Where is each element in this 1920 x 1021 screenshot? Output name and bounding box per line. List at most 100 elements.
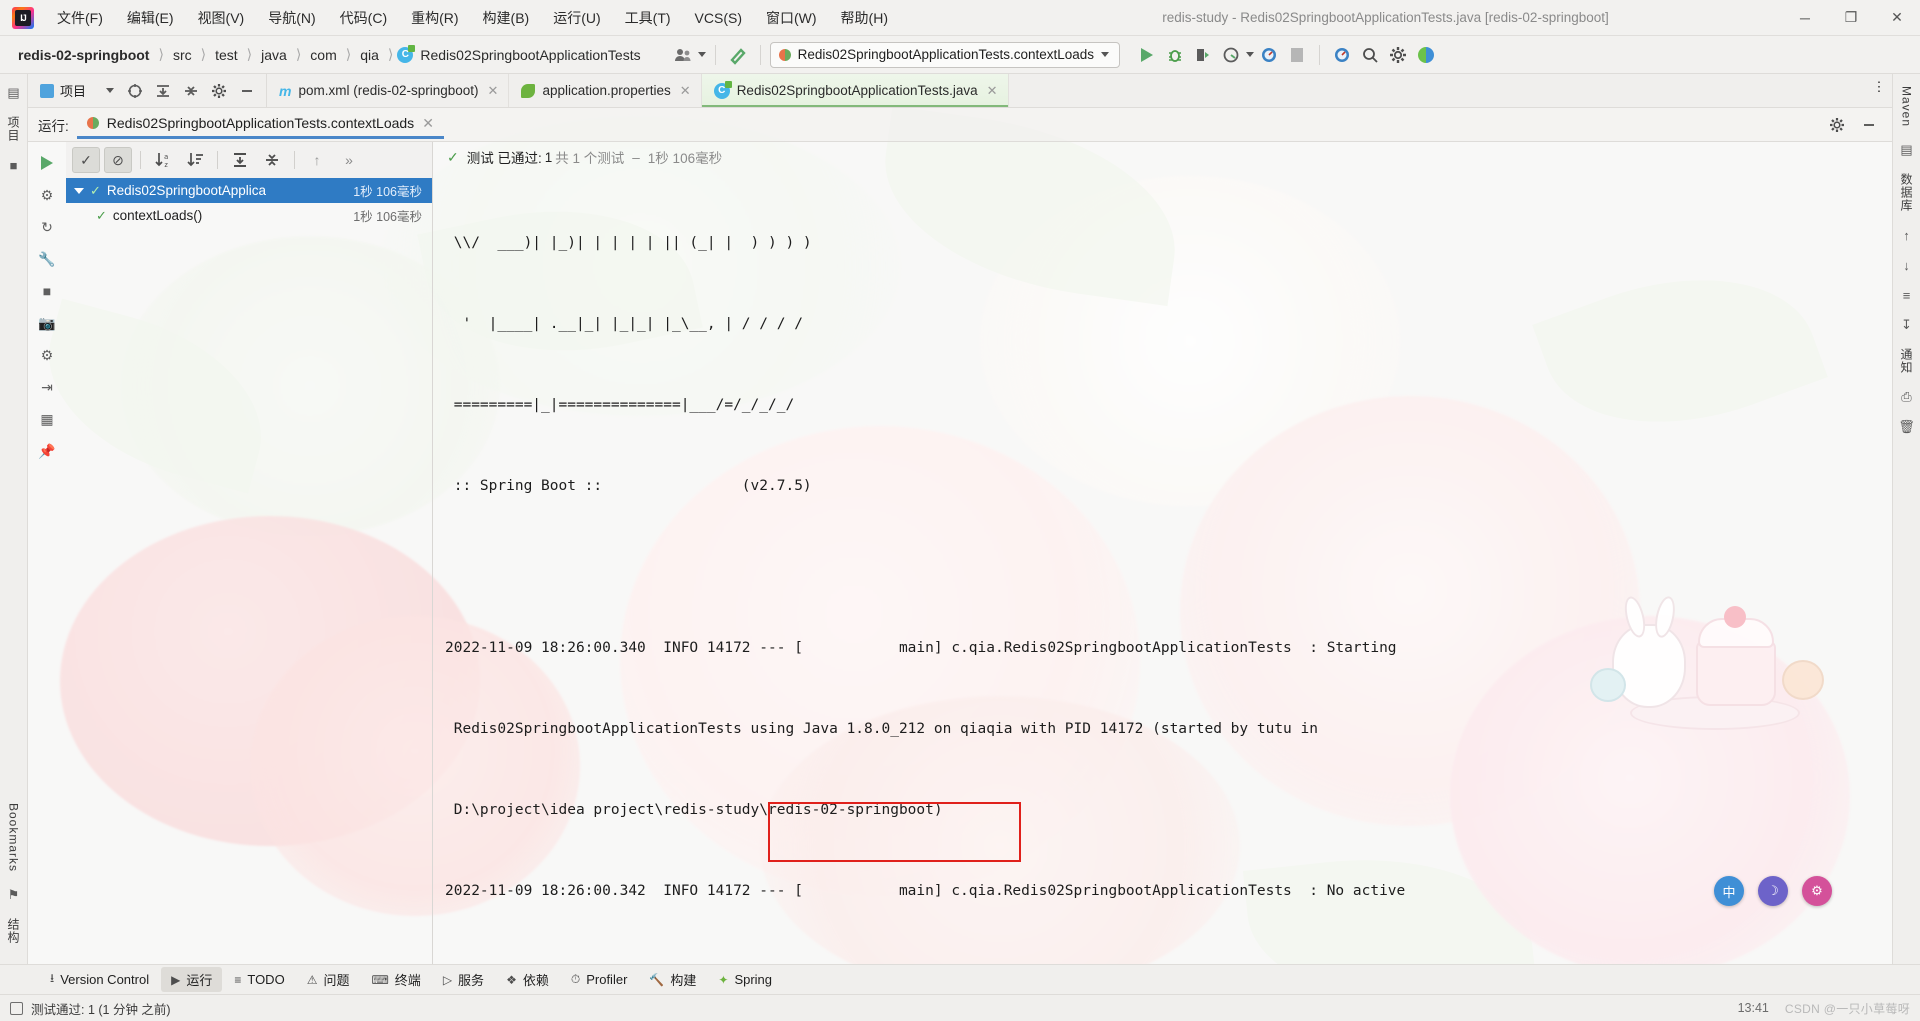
scroll-up-icon[interactable]: ↑	[1897, 225, 1917, 245]
pin-icon[interactable]: 📌	[34, 438, 60, 464]
fab-purple[interactable]: ☽	[1758, 876, 1788, 906]
collapse-all-button[interactable]	[258, 147, 286, 173]
scroll-end-icon[interactable]: ↧	[1897, 315, 1917, 335]
sort-az-icon[interactable]: az	[149, 147, 177, 173]
tool-button-run[interactable]: ▶ 运行	[161, 967, 223, 992]
bookmark-icon[interactable]: ■	[4, 155, 24, 175]
tool-button-profiler[interactable]: ⏱ Profiler	[561, 969, 638, 990]
menu-run[interactable]: 运行(U)	[542, 4, 611, 32]
stop-button[interactable]	[1284, 42, 1310, 68]
chevron-down-icon[interactable]	[697, 52, 706, 57]
gear-icon[interactable]	[1824, 112, 1850, 138]
close-icon[interactable]: ✕	[680, 83, 691, 99]
toggle-auto-test-button[interactable]: ↻	[34, 214, 60, 240]
scroll-down-icon[interactable]: ↓	[1897, 255, 1917, 275]
breadcrumb-java[interactable]: java	[256, 45, 292, 65]
gear-icon[interactable]	[1385, 42, 1411, 68]
tool-button-todo[interactable]: ≡ TODO	[224, 969, 294, 990]
target-icon[interactable]	[122, 78, 148, 104]
menu-file[interactable]: 文件(F)	[46, 4, 114, 32]
sidebar-item-database[interactable]: 数据库	[1896, 167, 1917, 218]
chevron-down-icon[interactable]	[1246, 52, 1255, 57]
hammer-icon[interactable]	[725, 42, 751, 68]
breadcrumb-src[interactable]: src	[168, 45, 197, 65]
menu-edit[interactable]: 编辑(E)	[116, 4, 185, 32]
sidebar-item-bookmarks[interactable]: Bookmarks	[5, 797, 23, 878]
breadcrumb-test[interactable]: test	[210, 45, 243, 65]
menu-help[interactable]: 帮助(H)	[830, 4, 899, 32]
tool-button-build[interactable]: 🔨 构建	[639, 967, 706, 992]
run-configuration-selector[interactable]: Redis02SpringbootApplicationTests.contex…	[769, 41, 1121, 68]
project-panel-button[interactable]: 项目	[34, 79, 120, 102]
breadcrumb-qia[interactable]: qia	[355, 45, 384, 65]
menu-navigate[interactable]: 导航(N)	[257, 4, 326, 32]
tool-button-services[interactable]: ▷ 服务	[433, 967, 494, 992]
menu-tools[interactable]: 工具(T)	[614, 4, 682, 32]
tool-button-spring[interactable]: ✦ Spring	[708, 969, 782, 990]
fab-pink[interactable]: ⚙	[1802, 876, 1832, 906]
clear-all-icon[interactable]: 🗑	[1897, 417, 1917, 437]
menu-code[interactable]: 代码(C)	[329, 4, 398, 32]
test-tree-root-row[interactable]: ✓ Redis02SpringbootApplica 1秒 106毫秒	[66, 178, 432, 203]
menu-build[interactable]: 构建(B)	[472, 4, 541, 32]
close-button[interactable]: ✕	[1874, 0, 1920, 36]
database-tool-icon[interactable]: ▤	[1897, 140, 1917, 160]
previous-failed-button[interactable]: ↑	[303, 147, 331, 173]
breadcrumb-class[interactable]: Redis02SpringbootApplicationTests	[415, 45, 645, 65]
editor-tab-tests-java[interactable]: C Redis02SpringbootApplicationTests.java…	[701, 74, 1009, 107]
updates-button[interactable]	[1329, 42, 1355, 68]
editor-tab-pom[interactable]: m pom.xml (redis-02-springboot) ✕	[267, 74, 510, 107]
import-icon[interactable]: ⇥	[34, 374, 60, 400]
fab-blue[interactable]: 中	[1714, 876, 1744, 906]
expand-all-button[interactable]	[226, 147, 254, 173]
close-icon[interactable]: ✕	[987, 83, 998, 99]
tool-button-dependencies[interactable]: ❖ 依赖	[496, 967, 559, 992]
tool-button-version-control[interactable]: ⭳ Version Control	[40, 966, 159, 993]
stop-square-icon[interactable]: ■	[34, 278, 60, 304]
close-icon[interactable]: ✕	[422, 115, 434, 132]
run-with-coverage-button[interactable]	[1190, 42, 1216, 68]
expand-all-icon[interactable]	[150, 78, 176, 104]
menu-vcs[interactable]: VCS(S)	[684, 6, 753, 30]
bookmark-flag-icon[interactable]: ⚑	[4, 885, 24, 905]
console-output[interactable]: \\/ ___)| |_)| | | | | || (_| | ) ) ) ) …	[433, 172, 1892, 964]
project-tool-icon[interactable]: ▤	[4, 83, 24, 103]
sidebar-item-structure[interactable]: 结构	[3, 912, 24, 950]
sidebar-item-maven[interactable]: Maven	[1898, 80, 1916, 133]
more-button[interactable]: »	[335, 147, 363, 173]
show-passed-toggle[interactable]: ✓	[72, 147, 100, 173]
sidebar-item-notifications[interactable]: 通知	[1896, 342, 1917, 380]
wrench-icon[interactable]: 🔧	[34, 246, 60, 272]
sort-duration-icon[interactable]	[181, 147, 209, 173]
breadcrumb-com[interactable]: com	[305, 45, 341, 65]
camera-icon[interactable]: 📷	[34, 310, 60, 336]
debug-button[interactable]	[1162, 42, 1188, 68]
rerun-button[interactable]	[34, 150, 60, 176]
tool-button-problems[interactable]: ⚠ 问题	[297, 967, 360, 992]
run-button[interactable]	[1134, 42, 1160, 68]
print-icon[interactable]: ⎙	[1897, 387, 1917, 407]
minus-icon[interactable]	[1856, 112, 1882, 138]
notification-icon[interactable]	[1256, 42, 1282, 68]
show-ignored-toggle[interactable]: ⊘	[104, 147, 132, 173]
layout-icon[interactable]: ▦	[34, 406, 60, 432]
tool-button-terminal[interactable]: ⌨ 终端	[361, 967, 430, 992]
search-icon[interactable]	[1357, 42, 1383, 68]
wrap-text-icon[interactable]: ≡	[1897, 285, 1917, 305]
maximize-button[interactable]: ❐	[1828, 0, 1874, 36]
editor-tab-application-properties[interactable]: application.properties ✕	[509, 74, 702, 107]
breadcrumb-module[interactable]: redis-02-springboot	[8, 45, 154, 65]
export-icon[interactable]: ⚙	[34, 342, 60, 368]
menu-view[interactable]: 视图(V)	[187, 4, 256, 32]
minus-icon[interactable]	[234, 78, 260, 104]
chevron-down-icon[interactable]	[74, 187, 84, 194]
more-vertical-icon[interactable]: ⋮	[1866, 74, 1892, 100]
gear-icon[interactable]	[206, 78, 232, 104]
rerun-failed-button[interactable]: ⚙	[34, 182, 60, 208]
collapse-all-icon[interactable]	[178, 78, 204, 104]
menu-refactor[interactable]: 重构(R)	[400, 4, 469, 32]
people-icon[interactable]	[670, 42, 696, 68]
minimize-button[interactable]: ─	[1782, 0, 1828, 36]
profile-button[interactable]	[1218, 42, 1244, 68]
menu-window[interactable]: 窗口(W)	[755, 4, 828, 32]
